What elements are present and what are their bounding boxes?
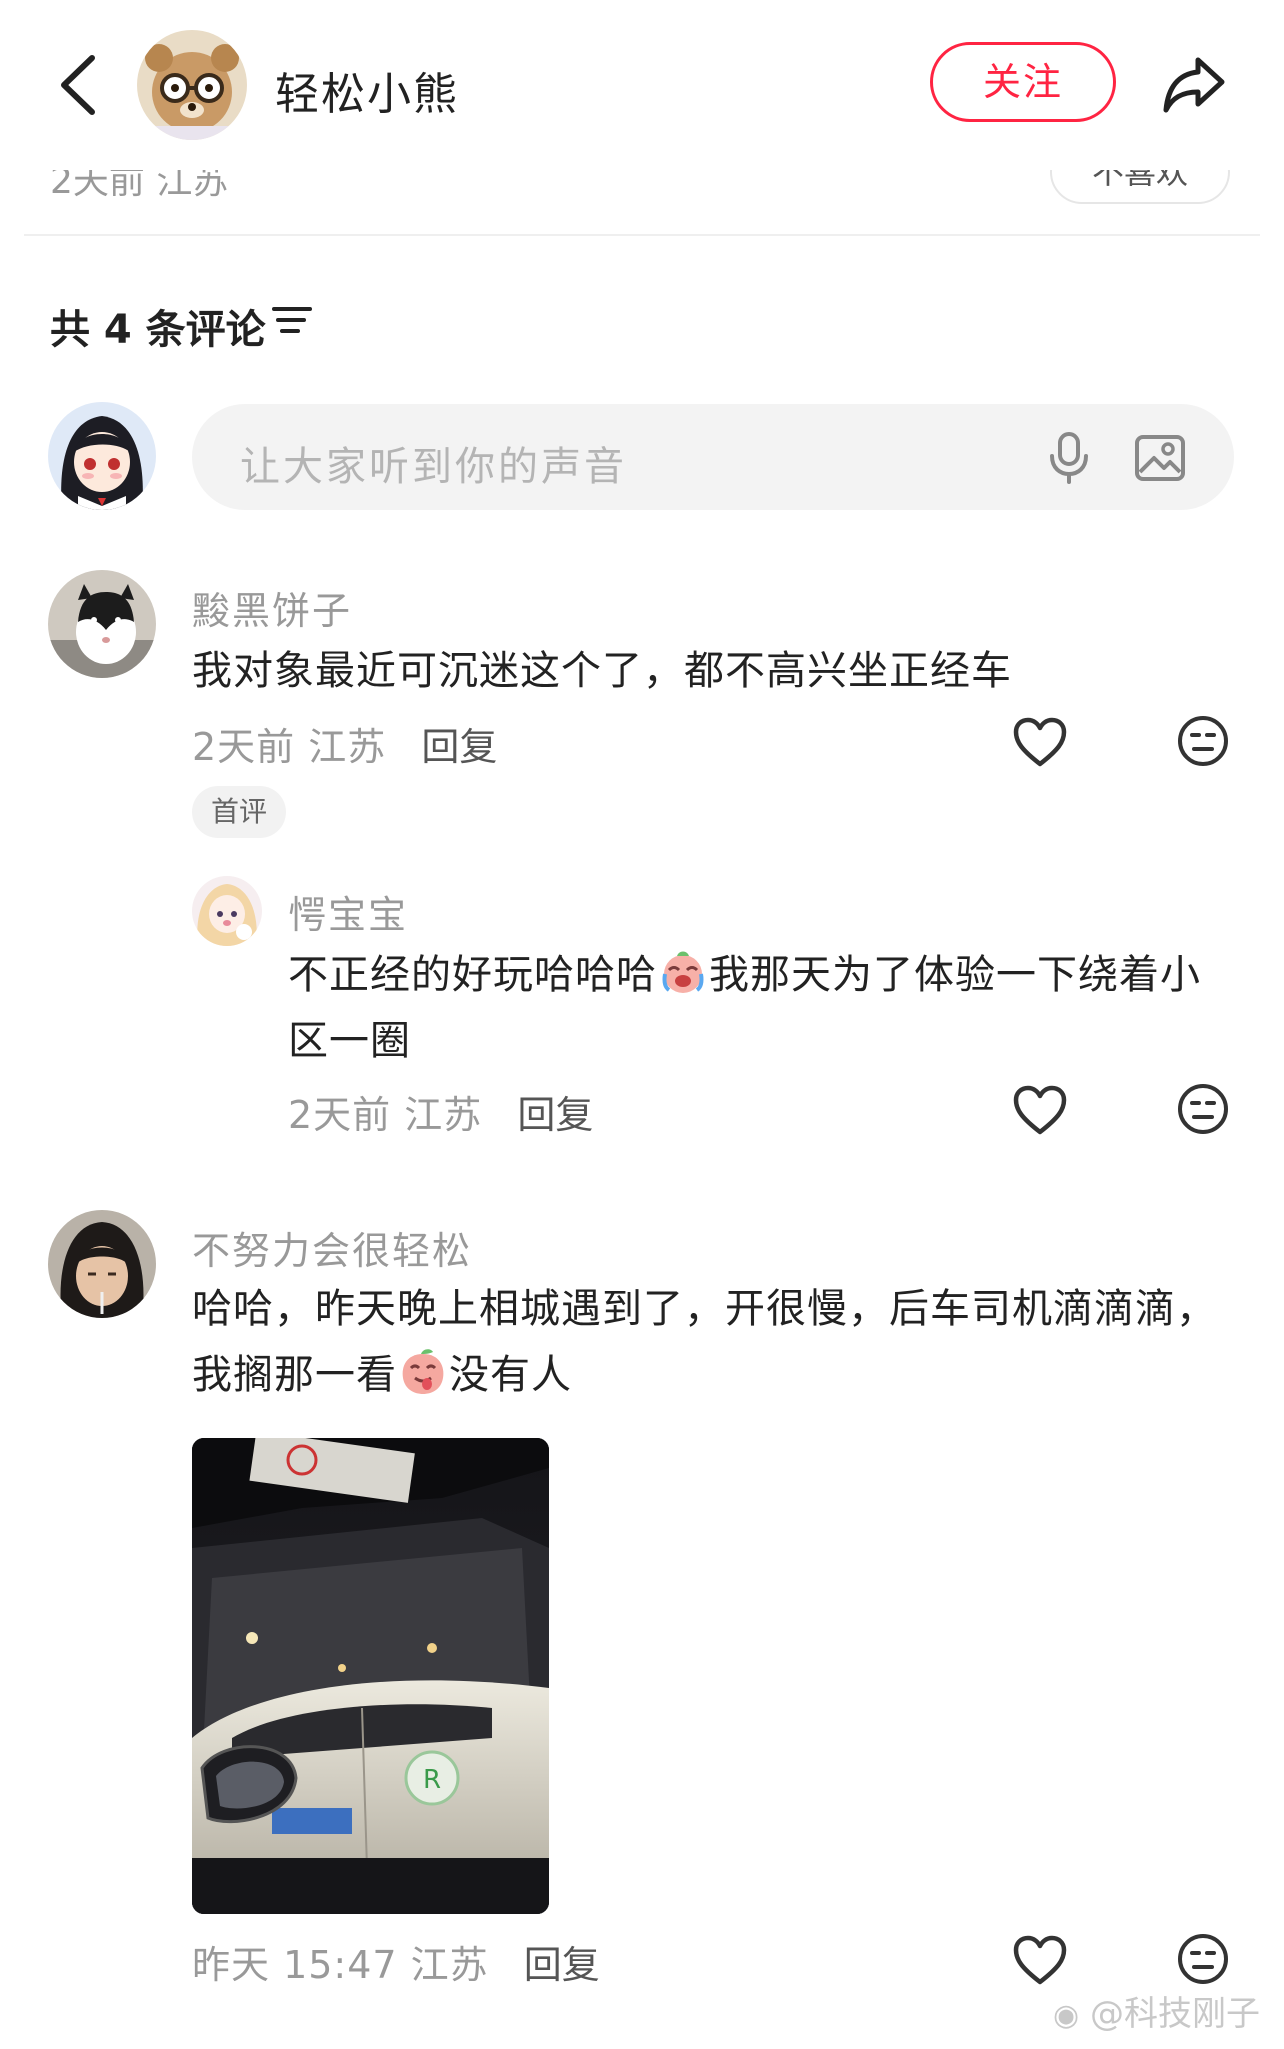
weibo-logo-icon: ◉ [1053,1998,1080,2033]
comment-input[interactable]: 让大家听到你的声音 [192,404,1234,510]
comment-text[interactable]: 我对象最近可沉迷这个了，都不高兴坐正经车 [192,638,1232,704]
reply-button[interactable]: 回复 [524,1943,600,1987]
author-avatar[interactable] [137,30,247,140]
like-heart-icon[interactable] [1012,716,1068,768]
comment-photo[interactable]: R [192,1438,549,1914]
comment-meta-row: 昨天 15:47 江苏 回复 [192,1934,600,1989]
svg-text:R: R [423,1765,441,1795]
weibo-watermark: ◉ @科技刚子 [1053,1986,1260,2035]
share-icon[interactable] [1158,48,1230,120]
commenter-avatar[interactable] [48,570,156,678]
comment-meta: 2天前 江苏 [192,725,387,769]
comment-count: 共 4 条评论 [50,307,266,353]
comment-text-part1: 哈哈，昨天晚上相城遇到了，开很慢，后车司机滴滴滴，我搁那一看 [192,1286,1217,1398]
image-icon[interactable] [1134,432,1186,484]
follow-button[interactable]: 关注 [930,42,1116,122]
reply-text-part1: 不正经的好玩哈哈哈 [288,952,657,998]
comment-text-part2: 没有人 [449,1352,572,1398]
like-heart-icon[interactable] [1012,1934,1068,1986]
reply-text[interactable]: 不正经的好玩哈哈哈 我那天为了体验一下绕着小区一圈 [288,942,1234,1074]
dislike-face-icon[interactable] [1176,1082,1230,1136]
reply-meta-row: 2天前 江苏 回复 [288,1084,593,1139]
reply-reply-button[interactable]: 回复 [517,1093,593,1137]
crying-laughing-emoji-icon [662,951,704,993]
my-avatar [48,402,156,510]
reply-meta: 2天前 江苏 [288,1093,483,1137]
microphone-icon[interactable] [1042,430,1096,484]
reply-button[interactable]: 回复 [421,725,497,769]
comment-meta: 昨天 15:47 江苏 [192,1943,489,1987]
first-comment-badge: 首评 [192,786,286,838]
comment-input-placeholder: 让大家听到你的声音 [240,444,627,490]
commenter-name[interactable]: 黢黑饼子 [192,580,352,635]
sort-filter-icon[interactable] [272,305,312,335]
comment-meta-row: 2天前 江苏 回复 [192,716,497,771]
commenter-name[interactable]: 不努力会很轻松 [192,1220,472,1275]
reply-name[interactable]: 愕宝宝 [288,884,408,939]
dislike-face-icon[interactable] [1176,714,1230,768]
author-name[interactable]: 轻松小熊 [275,58,459,122]
watermark-text: @科技刚子 [1090,1994,1260,2034]
like-heart-icon[interactable] [1012,1084,1068,1136]
reply-avatar[interactable] [192,876,262,946]
commenter-avatar[interactable] [48,1210,156,1318]
comment-text[interactable]: 哈哈，昨天晚上相城遇到了，开很慢，后车司机滴滴滴，我搁那一看 没有人 [192,1276,1242,1408]
peach-tongue-emoji-icon [402,1349,444,1394]
back-arrow-icon[interactable] [50,50,110,120]
top-bar: 轻松小熊 关注 [0,0,1284,170]
divider [24,234,1260,236]
dislike-face-icon[interactable] [1176,1932,1230,1986]
